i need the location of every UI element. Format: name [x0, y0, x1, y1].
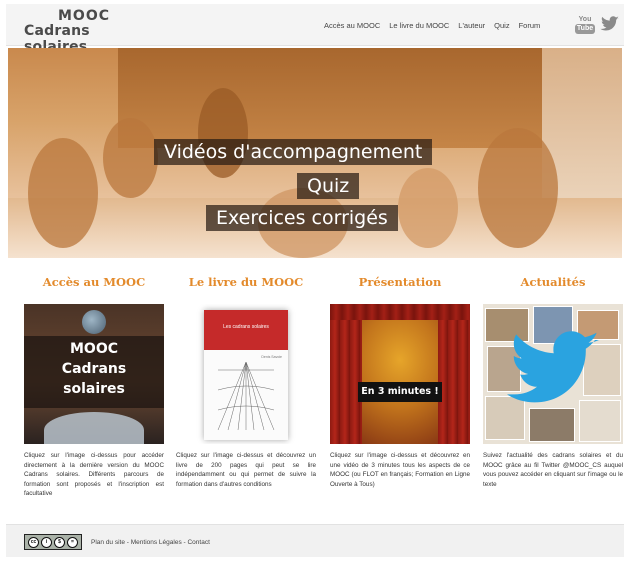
- card-title[interactable]: Présentation: [330, 274, 470, 294]
- mooc-access-image[interactable]: MOOC Cadrans solaires: [24, 304, 164, 444]
- hero-blackboard: [118, 48, 548, 148]
- twitter-icon[interactable]: [599, 14, 621, 34]
- hero-student: [103, 118, 158, 198]
- card-title[interactable]: Accès au MOOC: [24, 274, 164, 294]
- curtain-valance: [330, 304, 470, 320]
- nav-forum[interactable]: Forum: [519, 21, 541, 30]
- card-description: Cliquez sur l'image ci-dessus et découvr…: [176, 452, 316, 488]
- creative-commons-icon[interactable]: cc i $ =: [24, 534, 82, 550]
- image-text-solaires: solaires: [63, 381, 125, 397]
- page: MOOC Cadrans solaires Accès au MOOC Le l…: [6, 4, 624, 557]
- image-text-mooc: MOOC: [69, 341, 118, 357]
- site-header: MOOC Cadrans solaires Accès au MOOC Le l…: [6, 4, 624, 55]
- footer-link-plan-du-site[interactable]: Plan du site: [91, 539, 125, 546]
- hero-banner[interactable]: Vidéos d'accompagnement Quiz Exercices c…: [8, 48, 622, 258]
- footer-link-mentions-legales[interactable]: Mentions Légales: [131, 539, 182, 546]
- card-title[interactable]: Le livre du MOOC: [176, 274, 316, 294]
- card-actualites: Actualités Suivez l'actualité des cadran…: [483, 274, 623, 489]
- curtain-right: [438, 304, 470, 444]
- card-description[interactable]: Suivez l'actualité des cadrans solaires …: [483, 451, 623, 489]
- news-photo: [529, 408, 575, 442]
- footer-link-contact[interactable]: Contact: [187, 539, 209, 546]
- youtube-icon[interactable]: You Tube: [574, 14, 596, 36]
- site-footer: cc i $ = Plan du site - Mentions Légales…: [6, 524, 624, 557]
- card-livre-mooc: Le livre du MOOC Les cadrans solaires De…: [176, 274, 316, 489]
- twitter-bird-icon: [507, 331, 599, 403]
- twitter-bird-icon: [600, 16, 619, 31]
- card-title[interactable]: Actualités: [483, 274, 623, 294]
- twitter-news-image[interactable]: [483, 304, 623, 444]
- nav-livre-mooc[interactable]: Le livre du MOOC: [389, 21, 449, 30]
- hero-student: [398, 168, 458, 248]
- main-nav: Accès au MOOC Le livre du MOOC L'auteur …: [324, 21, 540, 30]
- cc-nd-mark: =: [67, 536, 78, 548]
- book-cover: Les cadrans solaires Denis Savoie: [204, 310, 288, 440]
- hero-caption-quiz[interactable]: Quiz: [297, 173, 360, 199]
- presentation-video-image[interactable]: En 3 minutes !: [330, 304, 470, 444]
- curtain-left: [330, 304, 362, 444]
- card-description: Cliquez sur l'image ci-dessus et découvr…: [330, 452, 470, 488]
- youtube-you-text: You: [578, 16, 592, 23]
- nav-auteur[interactable]: L'auteur: [458, 21, 485, 30]
- sundial-shape: [44, 412, 144, 444]
- cc-nc-mark: $: [54, 536, 65, 548]
- sundial-diagram-icon: [217, 361, 275, 431]
- video-label: En 3 minutes !: [358, 382, 442, 402]
- logo-mooc: MOOC: [57, 8, 110, 24]
- hero-caption-videos[interactable]: Vidéos d'accompagnement: [154, 139, 433, 165]
- armillary-sphere: [82, 310, 106, 334]
- footer-links: Plan du site - Mentions Légales - Contac…: [91, 539, 210, 546]
- nav-quiz[interactable]: Quiz: [494, 21, 509, 30]
- card-description: Cliquez sur l'image ci-dessus pour accéd…: [24, 452, 164, 497]
- cc-by-mark: i: [41, 536, 52, 548]
- book-cover-image[interactable]: Les cadrans solaires Denis Savoie: [176, 304, 316, 444]
- cc-mark: cc: [28, 536, 39, 548]
- card-presentation: Présentation En 3 minutes ! Cliquez sur …: [330, 274, 470, 489]
- youtube-tube-text: Tube: [574, 24, 596, 34]
- hero-caption-exercices[interactable]: Exercices corrigés: [206, 205, 398, 231]
- image-text-cadrans: Cadrans: [61, 361, 127, 377]
- hero-student: [478, 128, 558, 248]
- hero-student: [28, 138, 98, 248]
- card-acces-mooc: Accès au MOOC MOOC Cadrans solaires Cliq…: [24, 274, 164, 499]
- nav-acces-mooc[interactable]: Accès au MOOC: [324, 21, 380, 30]
